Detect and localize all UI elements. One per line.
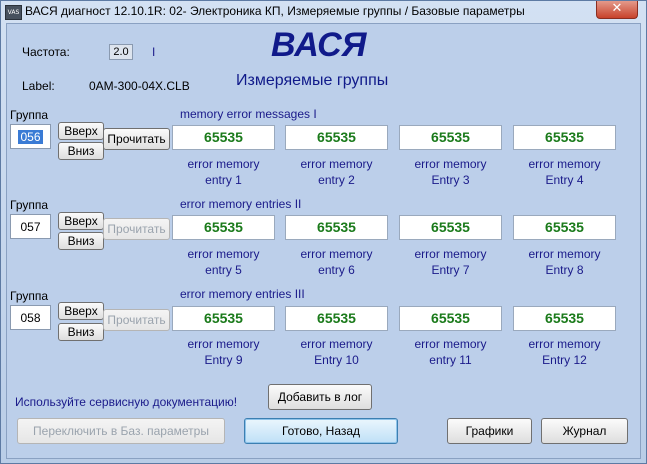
caption-line: Entry 4 (545, 173, 584, 187)
caption-line: entry 1 (205, 173, 242, 187)
group-title: error memory entries II (180, 197, 302, 211)
value-caption: error memory Entry 9 (172, 336, 275, 368)
app-icon: VAS (5, 5, 22, 20)
caption-line: error memory (414, 247, 487, 261)
caption-line: Entry 9 (204, 353, 243, 367)
group-number-value: 057 (20, 220, 41, 234)
close-button[interactable]: ✕ (596, 1, 638, 19)
caption-line: Entry 7 (431, 263, 470, 277)
label-value: 0AM-300-04X.CLB (89, 79, 190, 93)
app-name-title: ВАСЯ (271, 26, 367, 64)
value-cell: 65535 (285, 215, 388, 240)
caption-line: error memory (300, 157, 373, 171)
group-down-button[interactable]: Вниз (58, 232, 104, 250)
group-label: Группа (10, 198, 49, 212)
service-doc-hint: Используйте сервисную документацию! (15, 395, 238, 409)
title-bar: VAS ВАСЯ диагност 12.10.1R: 02- Электрон… (1, 1, 646, 23)
group-up-button[interactable]: Вверх (58, 122, 104, 140)
caption-line: Entry 12 (542, 353, 587, 367)
caption-line: entry 5 (205, 263, 242, 277)
value-cell: 65535 (513, 215, 616, 240)
caption-line: error memory (528, 337, 601, 351)
value-caption: error memory entry 5 (172, 246, 275, 278)
value-cell: 65535 (172, 125, 275, 150)
value-caption: error memory Entry 7 (399, 246, 502, 278)
journal-button[interactable]: Журнал (541, 418, 628, 444)
done-back-button[interactable]: Готово, Назад (244, 418, 398, 444)
add-to-log-button[interactable]: Добавить в лог (268, 384, 372, 410)
main-panel: Частота: 2.0 I Label: 0AM-300-04X.CLB ВА… (6, 23, 641, 459)
frequency-label: Частота: (22, 45, 70, 59)
caption-line: entry 6 (318, 263, 355, 277)
group-down-button[interactable]: Вниз (58, 323, 104, 341)
group-title: error memory entries III (180, 287, 305, 301)
caption-line: Entry 3 (431, 173, 470, 187)
value-caption: error memory entry 11 (399, 336, 502, 368)
value-caption: error memory Entry 4 (513, 156, 616, 188)
group-number-input[interactable]: 057 (10, 214, 51, 239)
group-number-input[interactable]: 058 (10, 305, 51, 330)
group-title: memory error messages I (180, 107, 317, 121)
caption-line: Entry 10 (314, 353, 359, 367)
group-down-button[interactable]: Вниз (58, 142, 104, 160)
frequency-marker: I (152, 45, 156, 59)
caption-line: entry 11 (429, 353, 472, 367)
group-number-value: 058 (20, 311, 41, 325)
group-label: Группа (10, 289, 49, 303)
caption-line: error memory (528, 157, 601, 171)
value-cell: 65535 (172, 306, 275, 331)
caption-line: entry 2 (318, 173, 355, 187)
caption-line: error memory (414, 337, 487, 351)
frequency-value: 2.0 (109, 44, 133, 60)
caption-line: error memory (414, 157, 487, 171)
caption-line: error memory (528, 247, 601, 261)
group-label: Группа (10, 108, 49, 122)
value-cell: 65535 (285, 125, 388, 150)
group-up-button[interactable]: Вверх (58, 302, 104, 320)
caption-line: error memory (187, 247, 260, 261)
value-caption: error memory entry 6 (285, 246, 388, 278)
value-cell: 65535 (399, 215, 502, 240)
group-number-value: 056 (18, 130, 43, 144)
read-button[interactable]: Прочитать (103, 218, 170, 240)
window-title: ВАСЯ диагност 12.10.1R: 02- Электроника … (25, 4, 525, 18)
read-button[interactable]: Прочитать (103, 128, 170, 150)
group-number-input[interactable]: 056 (10, 124, 51, 149)
value-caption: error memory Entry 8 (513, 246, 616, 278)
app-window: VAS ВАСЯ диагност 12.10.1R: 02- Электрон… (0, 0, 647, 464)
caption-line: error memory (187, 157, 260, 171)
value-cell: 65535 (399, 306, 502, 331)
value-caption: error memory Entry 3 (399, 156, 502, 188)
value-caption: error memory entry 2 (285, 156, 388, 188)
value-cell: 65535 (172, 215, 275, 240)
value-caption: error memory entry 1 (172, 156, 275, 188)
value-caption: error memory Entry 12 (513, 336, 616, 368)
caption-line: error memory (300, 247, 373, 261)
caption-line: Entry 8 (545, 263, 584, 277)
read-button[interactable]: Прочитать (103, 309, 170, 331)
switch-basic-params-button[interactable]: Переключить в Баз. параметры (17, 418, 225, 444)
value-cell: 65535 (513, 125, 616, 150)
value-cell: 65535 (513, 306, 616, 331)
caption-line: error memory (187, 337, 260, 351)
graphs-button[interactable]: Графики (447, 418, 532, 444)
caption-line: error memory (300, 337, 373, 351)
label-label: Label: (22, 79, 55, 93)
value-cell: 65535 (399, 125, 502, 150)
value-cell: 65535 (285, 306, 388, 331)
value-caption: error memory Entry 10 (285, 336, 388, 368)
group-up-button[interactable]: Вверх (58, 212, 104, 230)
screen-title: Измеряемые группы (236, 72, 389, 89)
